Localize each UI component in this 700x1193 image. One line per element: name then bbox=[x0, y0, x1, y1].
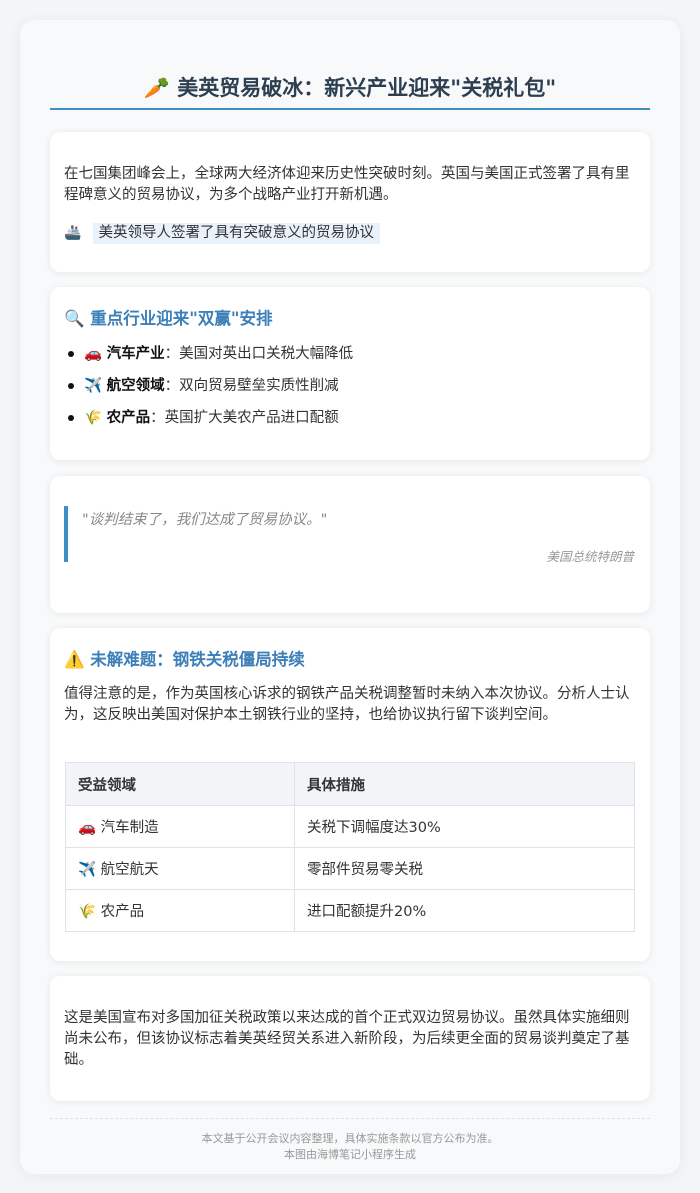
issue-card: ⚠️ 未解难题：钢铁关税僵局持续 值得注意的是，作为英国核心诉求的钢铁产品关税调… bbox=[50, 628, 650, 961]
industries-list: 🚗 汽车产业：美国对英出口关税大幅降低 ✈️ 航空领域：双向贸易壁垒实质性削减 … bbox=[64, 343, 634, 439]
highlight-text: 美英领导人签署了具有突破意义的贸易协议 bbox=[92, 223, 381, 244]
benefit-table: 受益领域 具体措施 🚗 汽车制造 关税下调幅度达30% ✈️ 航空航天 零部件贸… bbox=[65, 762, 635, 932]
footer: 本文基于公开会议内容整理，具体实施条款以官方公布为准。 本图由海博笔记小程序生成 bbox=[50, 1118, 650, 1163]
industry-desc: ：美国对英出口关税大幅降低 bbox=[164, 346, 354, 362]
cell-measure: 关税下调幅度达30% bbox=[294, 805, 635, 848]
table-row: ✈️ 航空航天 零部件贸易零关税 bbox=[65, 847, 635, 890]
issue-paragraph: 值得注意的是，作为英国核心诉求的钢铁产品关税调整暂时未纳入本次协议。分析人士认为… bbox=[64, 686, 630, 723]
cell-field: ✈️ 航空航天 bbox=[65, 847, 295, 890]
industry-name: 农产品 bbox=[106, 410, 151, 426]
quote-text: "谈判结束了，我们达成了贸易协议。" bbox=[82, 512, 328, 528]
poster: 🥕 美英贸易破冰：新兴产业迎来"关税礼包" 在七国集团峰会上，全球两大经济体迎来… bbox=[20, 20, 680, 1174]
list-item: 🚗 汽车产业：美国对英出口关税大幅降低 bbox=[64, 343, 634, 375]
bullet-icon bbox=[68, 351, 74, 357]
wheat-icon: 🌾 bbox=[84, 410, 103, 426]
industry-desc: ：英国扩大美农产品进口配额 bbox=[150, 410, 339, 426]
industries-title: 🔍 重点行业迎来"双赢"安排 bbox=[64, 305, 273, 329]
carrot-icon: 🥕 bbox=[143, 76, 170, 100]
issue-title-text: 未解难题：钢铁关税僵局持续 bbox=[90, 650, 305, 669]
industry-desc: ：双向贸易壁垒实质性削减 bbox=[164, 378, 339, 394]
magnifier-icon: 🔍 bbox=[64, 309, 85, 328]
field-text: 汽车制造 bbox=[100, 820, 159, 836]
warning-icon: ⚠️ bbox=[64, 650, 85, 669]
quote-author: 美国总统特朗普 bbox=[546, 549, 634, 564]
industry-name: 汽车产业 bbox=[106, 346, 165, 362]
car-icon: 🚗 bbox=[78, 820, 97, 836]
industry-name: 航空领域 bbox=[106, 378, 165, 394]
airplane-icon: ✈️ bbox=[78, 862, 97, 878]
quote-bar bbox=[64, 506, 68, 562]
col-header-field: 受益领域 bbox=[65, 762, 295, 806]
table-row: 🚗 汽车制造 关税下调幅度达30% bbox=[65, 805, 635, 848]
airplane-icon: ✈️ bbox=[84, 378, 103, 394]
intro-highlight: 🚢 美英领导人签署了具有突破意义的贸易协议 bbox=[64, 222, 381, 244]
issue-title: ⚠️ 未解难题：钢铁关税僵局持续 bbox=[64, 646, 305, 670]
table-row: 🌾 农产品 进口配额提升20% bbox=[65, 889, 635, 932]
wheat-icon: 🌾 bbox=[78, 904, 97, 920]
car-icon: 🚗 bbox=[84, 346, 103, 362]
bullet-icon bbox=[68, 415, 74, 421]
page-title: 🥕 美英贸易破冰：新兴产业迎来"关税礼包" bbox=[50, 72, 650, 110]
footer-source: 本图由海博笔记小程序生成 bbox=[284, 1148, 416, 1161]
intro-paragraph: 在七国集团峰会上，全球两大经济体迎来历史性突破时刻。英国与美国正式签署了具有里程… bbox=[64, 166, 630, 203]
cell-field: 🚗 汽车制造 bbox=[65, 805, 295, 848]
bullet-icon bbox=[68, 383, 74, 389]
field-text: 农产品 bbox=[100, 904, 145, 920]
benefit-table-wrap: 受益领域 具体措施 🚗 汽车制造 关税下调幅度达30% ✈️ 航空航天 零部件贸… bbox=[65, 762, 635, 932]
quote-card: "谈判结束了，我们达成了贸易协议。" 美国总统特朗普 bbox=[50, 476, 650, 613]
col-header-measure: 具体措施 bbox=[294, 762, 635, 806]
ship-icon: 🚢 bbox=[64, 225, 82, 241]
list-item: ✈️ 航空领域：双向贸易壁垒实质性削减 bbox=[64, 375, 634, 407]
cell-measure: 零部件贸易零关税 bbox=[294, 847, 635, 890]
footer-note: 本文基于公开会议内容整理，具体实施条款以官方公布为准。 bbox=[201, 1132, 499, 1145]
intro-card: 在七国集团峰会上，全球两大经济体迎来历史性突破时刻。英国与美国正式签署了具有里程… bbox=[50, 132, 650, 272]
field-text: 航空航天 bbox=[100, 862, 159, 878]
conclusion-card: 这是美国宣布对多国加征关税政策以来达成的首个正式双边贸易协议。虽然具体实施细则尚… bbox=[50, 976, 650, 1101]
industries-title-text: 重点行业迎来"双赢"安排 bbox=[90, 309, 273, 328]
page-title-text: 美英贸易破冰：新兴产业迎来"关税礼包" bbox=[177, 76, 557, 100]
conclusion-paragraph: 这是美国宣布对多国加征关税政策以来达成的首个正式双边贸易协议。虽然具体实施细则尚… bbox=[64, 1010, 630, 1068]
cell-field: 🌾 农产品 bbox=[65, 889, 295, 932]
table-header-row: 受益领域 具体措施 bbox=[65, 762, 635, 806]
list-item: 🌾 农产品：英国扩大美农产品进口配额 bbox=[64, 407, 634, 439]
cell-measure: 进口配额提升20% bbox=[294, 889, 635, 932]
industries-card: 🔍 重点行业迎来"双赢"安排 🚗 汽车产业：美国对英出口关税大幅降低 ✈️ 航空… bbox=[50, 287, 650, 460]
